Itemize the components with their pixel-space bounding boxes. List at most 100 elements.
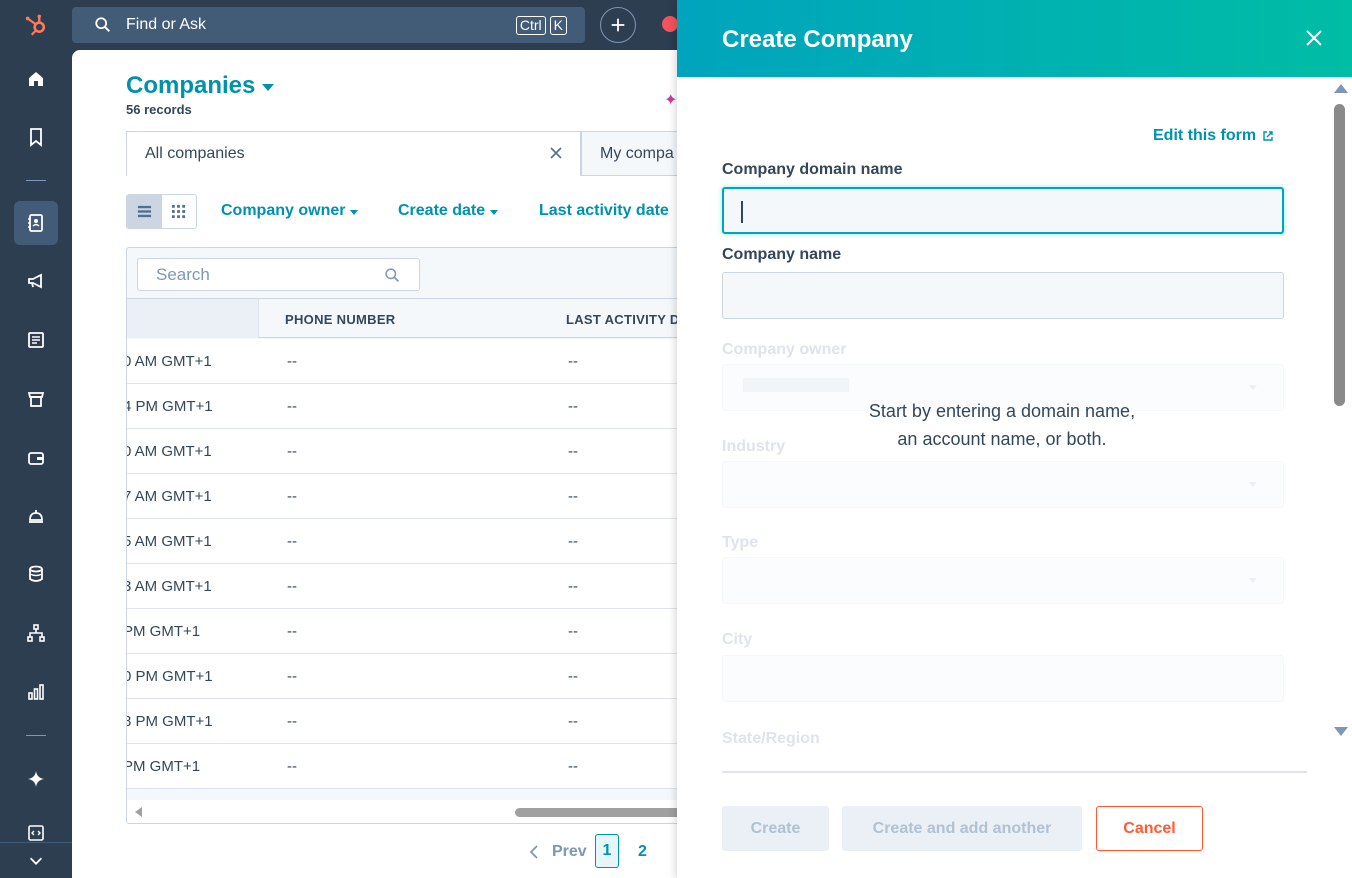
type-select <box>722 557 1284 604</box>
board-view-button[interactable] <box>162 195 197 228</box>
cell-last-activity-date: -- <box>568 353 578 370</box>
text-cursor <box>741 201 743 223</box>
type-label: Type <box>722 534 759 551</box>
table-row[interactable]: 4 PM GMT+1 -- -- <box>127 384 677 429</box>
caret-down-icon <box>1249 385 1257 390</box>
cell-phone-number: -- <box>287 353 297 370</box>
table-row[interactable]: PM GMT+1 -- -- <box>127 609 677 654</box>
companies-page: Companies 56 records ✦ All companies My … <box>72 50 677 878</box>
table-row[interactable]: 5 AM GMT+1 -- -- <box>127 519 677 564</box>
cell-time: 0 PM GMT+1 <box>126 668 213 685</box>
table-search-input[interactable] <box>138 264 378 285</box>
hubspot-logo-icon[interactable] <box>14 3 58 47</box>
table-row[interactable]: PM GMT+1 -- -- <box>127 744 677 789</box>
scroll-down-arrow-icon[interactable] <box>1334 727 1348 736</box>
edit-form-link[interactable]: Edit this form <box>1153 127 1274 145</box>
content-icon[interactable] <box>14 318 58 362</box>
ai-sparkle-icon[interactable]: ✦ <box>664 90 677 110</box>
record-count: 56 records <box>126 102 192 117</box>
global-search-bar[interactable]: Find or Ask Ctrl K <box>72 7 585 43</box>
collapse-nav-button[interactable] <box>0 842 72 878</box>
scrollbar-thumb[interactable] <box>1334 104 1345 406</box>
workflow-icon[interactable] <box>14 611 58 655</box>
view-tab-all-companies[interactable]: All companies <box>126 131 581 176</box>
table-row[interactable]: 0 AM GMT+1 -- -- <box>127 429 677 474</box>
pagination-page-1[interactable]: 1 <box>595 834 619 868</box>
column-header-phone-number[interactable]: PHONE NUMBER <box>285 312 396 327</box>
bookmark-icon[interactable] <box>14 115 58 159</box>
chevron-left-icon <box>529 845 538 859</box>
scroll-left-arrow-icon[interactable] <box>135 807 142 817</box>
panel-title: Create Company <box>722 26 913 53</box>
create-button[interactable]: Create <box>722 806 829 851</box>
contacts-icon[interactable] <box>14 201 58 245</box>
footer-divider <box>722 771 1307 773</box>
grid-icon <box>172 204 186 219</box>
list-view-button[interactable] <box>127 195 162 228</box>
page-title: Companies <box>126 72 256 99</box>
caret-down-icon <box>1249 482 1257 487</box>
table-header: PHONE NUMBER LAST ACTIVITY D <box>127 298 677 338</box>
edit-form-label: Edit this form <box>1153 127 1257 144</box>
close-icon[interactable] <box>548 145 564 161</box>
caret-down-icon <box>350 209 359 215</box>
company-domain-input[interactable] <box>722 187 1284 234</box>
cancel-button[interactable]: Cancel <box>1096 806 1203 851</box>
scrollbar-thumb[interactable] <box>515 808 677 817</box>
pagination-prev-label: Prev <box>552 843 587 860</box>
caret-down-icon <box>262 83 275 91</box>
table-row[interactable]: 0 AM GMT+1 -- -- <box>127 339 677 384</box>
view-tab-my-companies[interactable]: My compa <box>581 131 677 176</box>
table-row[interactable]: 7 AM GMT+1 -- -- <box>127 474 677 519</box>
view-toggle <box>126 194 197 229</box>
upgrade-icon[interactable] <box>662 16 678 32</box>
cell-time: PM GMT+1 <box>126 623 201 640</box>
filter-create-date[interactable]: Create date <box>398 202 499 220</box>
wallet-icon[interactable] <box>14 436 58 480</box>
home-icon[interactable] <box>14 57 58 101</box>
left-navigation <box>0 0 72 878</box>
cell-time: 5 AM GMT+1 <box>126 533 212 550</box>
cell-last-activity-date: -- <box>568 668 578 685</box>
company-name-input[interactable] <box>722 272 1284 319</box>
reports-icon[interactable] <box>14 670 58 714</box>
panel-scrollbar[interactable] <box>1331 82 1349 742</box>
quick-create-button[interactable] <box>600 7 636 43</box>
pagination-prev-button[interactable]: Prev <box>528 843 587 861</box>
cell-phone-number: -- <box>287 533 297 550</box>
placeholder-skeleton <box>743 378 849 392</box>
service-bell-icon[interactable] <box>14 494 58 538</box>
table-row[interactable]: 0 PM GMT+1 -- -- <box>127 654 677 699</box>
cell-last-activity-date: -- <box>568 758 578 775</box>
close-icon[interactable] <box>1304 28 1324 48</box>
table-search[interactable] <box>137 258 420 291</box>
cell-time: 4 PM GMT+1 <box>126 398 213 415</box>
commerce-icon[interactable] <box>14 377 58 421</box>
column-header-last-activity-date[interactable]: LAST ACTIVITY D <box>566 312 677 327</box>
panel-header: Create Company <box>677 0 1352 77</box>
cell-last-activity-date: -- <box>568 578 578 595</box>
company-name-label: Company name <box>722 246 842 263</box>
table-row[interactable]: 8 PM GMT+1 -- -- <box>127 699 677 744</box>
filter-company-owner[interactable]: Company owner <box>221 202 359 220</box>
filter-last-activity-date[interactable]: Last activity date <box>539 202 669 220</box>
view-tab-label: My compa <box>600 144 674 162</box>
company-domain-label: Company domain name <box>722 161 903 178</box>
list-icon <box>137 205 151 218</box>
megaphone-icon[interactable] <box>14 259 58 303</box>
caret-down-icon <box>1249 578 1257 583</box>
cell-phone-number: -- <box>287 758 297 775</box>
sparkle-icon[interactable] <box>14 757 58 801</box>
industry-select <box>722 461 1284 508</box>
cell-last-activity-date: -- <box>568 488 578 505</box>
cell-time: 7 AM GMT+1 <box>126 488 212 505</box>
scroll-up-arrow-icon[interactable] <box>1334 84 1348 93</box>
create-and-add-another-button[interactable]: Create and add another <box>842 806 1082 851</box>
horizontal-scrollbar[interactable] <box>127 800 677 823</box>
page-title-dropdown[interactable]: Companies <box>126 72 275 100</box>
helper-message: Start by entering a domain name, an acco… <box>827 397 1177 453</box>
table-row[interactable]: 3 AM GMT+1 -- -- <box>127 564 677 609</box>
cell-last-activity-date: -- <box>568 713 578 730</box>
database-icon[interactable] <box>14 552 58 596</box>
pagination-page-2[interactable]: 2 <box>638 843 647 861</box>
